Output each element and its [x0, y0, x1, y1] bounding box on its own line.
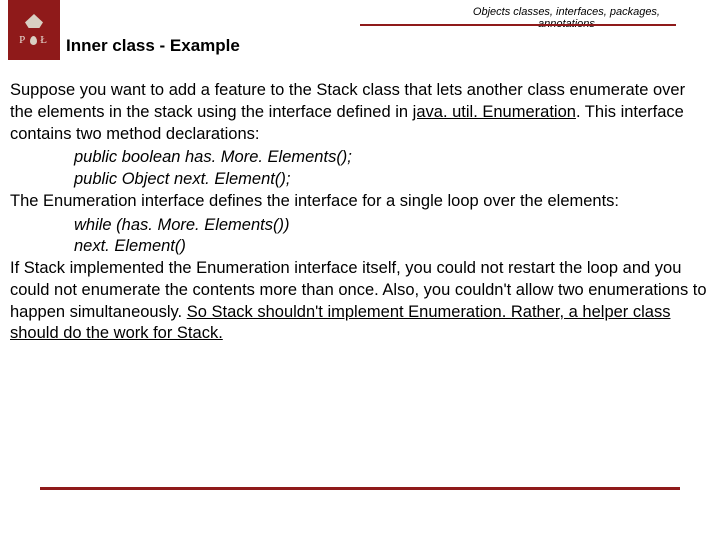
leaf-icon [30, 36, 37, 45]
paragraph-1: Suppose you want to add a feature to the… [10, 80, 708, 145]
slide: P Ł Objects classes, interfaces, package… [0, 0, 720, 540]
university-logo: P Ł [8, 0, 60, 60]
header-accent-line [360, 24, 676, 26]
slide-header: P Ł Objects classes, interfaces, package… [0, 0, 720, 62]
paragraph-3: If Stack implemented the Enumeration int… [10, 258, 708, 345]
slide-body: Suppose you want to add a feature to the… [0, 62, 720, 345]
eagle-icon [25, 14, 43, 28]
logo-letters: P Ł [19, 34, 49, 46]
section-label-line1: Objects classes, interfaces, packages, [473, 6, 660, 18]
slide-title: Inner class - Example [66, 36, 240, 56]
section-label: Objects classes, interfaces, packages, a… [473, 6, 660, 30]
p1-underline: java. util. Enumeration [413, 103, 576, 121]
code-line-2a: while (has. More. Elements()) [74, 215, 708, 237]
code-line-1a: public boolean has. More. Elements(); [74, 147, 708, 169]
paragraph-2: The Enumeration interface defines the in… [10, 191, 708, 213]
logo-letter-right: Ł [40, 34, 49, 46]
logo-letter-left: P [19, 34, 27, 46]
code-line-1b: public Object next. Element(); [74, 169, 708, 191]
code-line-2b: next. Element() [74, 236, 708, 258]
footer-accent-line [40, 487, 680, 490]
